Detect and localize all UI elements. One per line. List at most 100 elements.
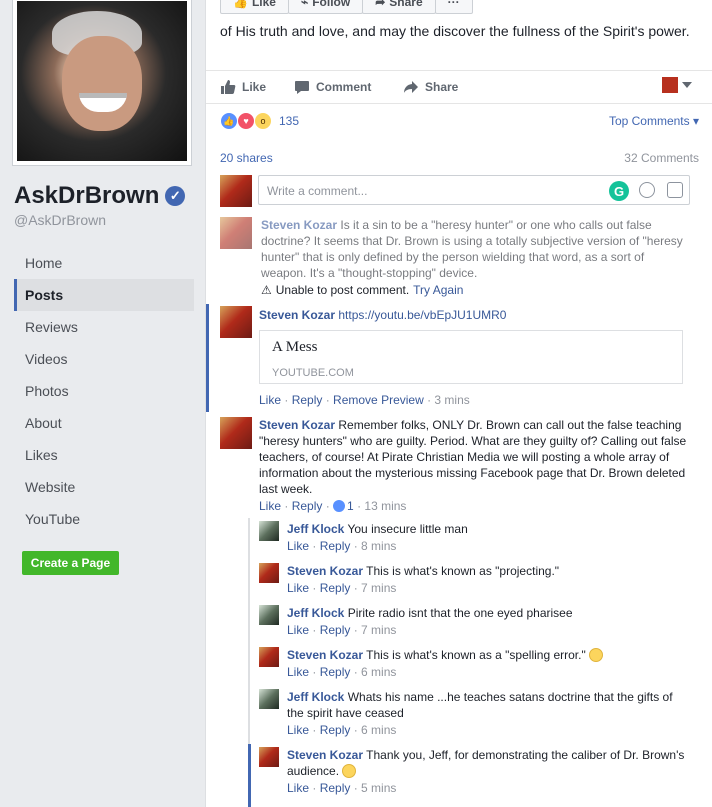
comment-reply-link[interactable]: Reply [292,393,323,407]
page-handle[interactable]: @AskDrBrown [14,212,106,228]
avatar[interactable] [220,175,252,207]
page-like-button[interactable]: 👍 Like [220,0,289,14]
more-options-button[interactable]: ··· [434,0,473,14]
reply-author[interactable]: Jeff Klock [287,522,344,536]
comment-link-url[interactable]: https://youtu.be/vbEpJU1UMR0 [338,308,506,322]
left-sidebar: AskDrBrown ✓ @AskDrBrown Home Posts Revi… [0,0,205,807]
avatar[interactable] [259,563,279,583]
try-again-link[interactable]: Try Again [413,283,463,297]
like-count-icon [333,500,346,512]
avatar[interactable] [259,747,279,767]
new-comment-indicator [206,304,209,412]
post-share-label: Share [425,80,459,94]
nav-item-photos[interactable]: Photos [14,375,194,407]
page-name-text[interactable]: AskDrBrown [14,182,159,210]
nav-item-youtube[interactable]: YouTube [14,503,194,535]
create-page-button[interactable]: Create a Page [22,551,119,575]
top-comments-dropdown[interactable]: Top Comments ▾ [609,114,699,128]
avatar[interactable] [259,689,279,709]
reply-body: Jeff Klock You insecure little man [287,521,687,537]
reply-time: 8 mins [361,539,397,553]
error-message: Unable to post comment. [275,283,410,297]
nav-item-about[interactable]: About [14,407,194,439]
post-share-button[interactable]: Share [403,79,458,95]
comment-bubble-icon [295,81,309,94]
comment-composer: G [220,175,690,207]
page-share-button[interactable]: ➦ Share [362,0,436,14]
chevron-down-icon: ▾ [689,114,699,128]
link-preview-card[interactable]: A Mess YOUTUBE.COM [259,330,683,384]
reactions-summary[interactable]: 👍 ♥ o 135 [220,112,299,130]
avatar[interactable] [220,306,252,338]
sticker-icon[interactable] [667,182,683,198]
nav-item-videos[interactable]: Videos [14,343,194,375]
comment-meta: Like · Reply · Remove Preview · 3 mins [259,393,470,407]
reply-author[interactable]: Jeff Klock [287,606,344,620]
love-reaction-icon: ♥ [237,112,255,130]
avatar[interactable] [220,417,252,449]
comment-like-link[interactable]: Like [259,393,281,407]
reply-author[interactable]: Jeff Klock [287,690,344,704]
page-like-label: Like [251,0,276,9]
reply-reply-link[interactable]: Reply [320,723,351,737]
nav-item-likes[interactable]: Likes [14,439,194,471]
reply-like-link[interactable]: Like [287,781,309,795]
page-action-buttons: 👍 Like ⌁ Follow ➦ Share ··· [220,0,473,14]
reply-like-link[interactable]: Like [287,623,309,637]
avatar[interactable] [259,521,279,541]
comment-reply-link[interactable]: Reply [292,499,323,513]
post-comment-button[interactable]: Comment [294,79,371,95]
remove-preview-link[interactable]: Remove Preview [333,393,424,407]
reply-author[interactable]: Steven Kozar [287,748,363,762]
reply-like-link[interactable]: Like [287,665,309,679]
reply-body: Steven Kozar This is what's known as "pr… [287,563,687,579]
comment-input-box[interactable]: G [258,175,690,205]
grammarly-icon[interactable]: G [609,181,629,201]
reply-author[interactable]: Steven Kozar [287,564,363,578]
avatar[interactable] [220,217,252,249]
profile-face [62,36,142,131]
post-text: of His truth and love, and may the disco… [220,23,690,39]
reply-reply-link[interactable]: Reply [320,781,351,795]
acting-as-avatar[interactable] [662,77,678,93]
reply-like-link[interactable]: Like [287,539,309,553]
comments-count[interactable]: 32 Comments [624,151,699,165]
emoji-icon[interactable] [639,182,655,198]
reply-reply-link[interactable]: Reply [320,623,351,637]
comment-input[interactable] [265,183,599,199]
reply-reply-link[interactable]: Reply [320,665,351,679]
page-name[interactable]: AskDrBrown ✓ [14,182,186,210]
nav-item-website[interactable]: Website [14,471,194,503]
reply-meta: Like · Reply · 7 mins [287,581,397,595]
wow-reaction-icon: o [254,112,272,130]
comment-time: 13 mins [364,499,407,513]
comment-like-count[interactable]: 1 [347,499,354,513]
nav-item-reviews[interactable]: Reviews [14,311,194,343]
chevron-down-icon[interactable] [682,82,692,88]
link-preview-domain: YOUTUBE.COM [272,367,354,379]
profile-photo[interactable] [12,0,192,166]
avatar[interactable] [259,605,279,625]
nav-item-posts[interactable]: Posts [14,279,194,311]
reply-meta: Like · Reply · 7 mins [287,623,397,637]
smiley-emoji-icon [342,764,357,778]
page-follow-button[interactable]: ⌁ Follow [287,0,364,14]
post-like-button[interactable]: Like [220,79,266,95]
reply-reply-link[interactable]: Reply [320,581,351,595]
comment-author[interactable]: Steven Kozar [259,418,335,432]
avatar[interactable] [259,647,279,667]
reply-author[interactable]: Steven Kozar [287,648,363,662]
nav-item-home[interactable]: Home [14,247,194,279]
reply-time: 5 mins [361,781,397,795]
reply-like-link[interactable]: Like [287,581,309,595]
comment-like-link[interactable]: Like [259,499,281,513]
reply-time: 7 mins [361,623,397,637]
reply-reply-link[interactable]: Reply [320,539,351,553]
reaction-count[interactable]: 135 [279,114,299,128]
comment-author[interactable]: Steven Kozar [259,308,335,322]
shares-count[interactable]: 20 shares [220,151,273,165]
reply-like-link[interactable]: Like [287,723,309,737]
reply-time: 7 mins [361,581,397,595]
comment-author[interactable]: Steven Kozar [261,218,337,232]
reply-text: Pirite radio isnt that the one eyed phar… [347,606,573,620]
